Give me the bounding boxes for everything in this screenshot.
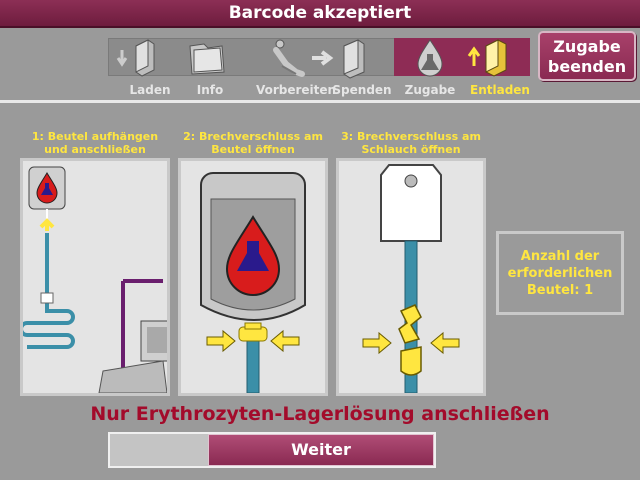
end-addition-label-2: beenden	[547, 57, 627, 76]
bag-seal-illustration	[200, 172, 306, 393]
hang-bag-illustration	[23, 166, 167, 393]
donor-prepare-icon	[273, 39, 305, 77]
divider	[0, 100, 640, 103]
panel-1-title-line1: 1: Beutel aufhängen	[31, 130, 159, 143]
panel-3-title-line2: Schlauch öffnen	[361, 143, 461, 156]
count-line-3: Beutel: 1	[526, 283, 594, 298]
title-bar: Barcode akzeptiert	[0, 0, 640, 28]
donate-device-icon	[343, 39, 365, 79]
instruction-panel-open-tube-seal	[336, 158, 486, 396]
load-device-icon	[116, 39, 155, 77]
count-line-2: erforderlichen	[507, 266, 613, 281]
panel-1-title: 1: Beutel aufhängen und anschließen	[20, 130, 170, 156]
folder-icon	[189, 43, 225, 75]
end-addition-label-1: Zugabe	[553, 37, 621, 56]
step-label-info: Info	[196, 83, 224, 97]
next-button[interactable]: Weiter	[208, 434, 434, 466]
instruction-panel-open-bag-seal	[178, 158, 328, 396]
tube-seal-illustration	[362, 164, 460, 393]
unload-device-icon	[467, 39, 507, 77]
end-addition-button[interactable]: Zugabe beenden	[538, 31, 636, 81]
panel-2-title-line2: Beutel öffnen	[211, 143, 295, 156]
panel-2-title: 2: Brechverschluss am Beutel öffnen	[178, 130, 328, 156]
panel-3-title: 3: Brechverschluss am Schlauch öffnen	[336, 130, 486, 156]
solution-bag-icon	[417, 39, 443, 77]
count-line-1: Anzahl der	[520, 249, 600, 264]
required-bag-count-box: Anzahl der erforderlichen Beutel: 1	[496, 231, 624, 315]
panel-3-title-line1: 3: Brechverschluss am	[341, 130, 481, 143]
panel-1-title-line2: und anschließen	[44, 143, 146, 156]
solution-warning: Nur Erythrozyten-Lagerlösung anschließen	[90, 403, 550, 425]
step-label-entladen: Entladen	[470, 83, 530, 97]
instruction-panel-hang-bag	[20, 158, 170, 396]
page-title: Barcode akzeptiert	[228, 3, 412, 23]
panel-2-title-line1: 2: Brechverschluss am	[183, 130, 323, 143]
